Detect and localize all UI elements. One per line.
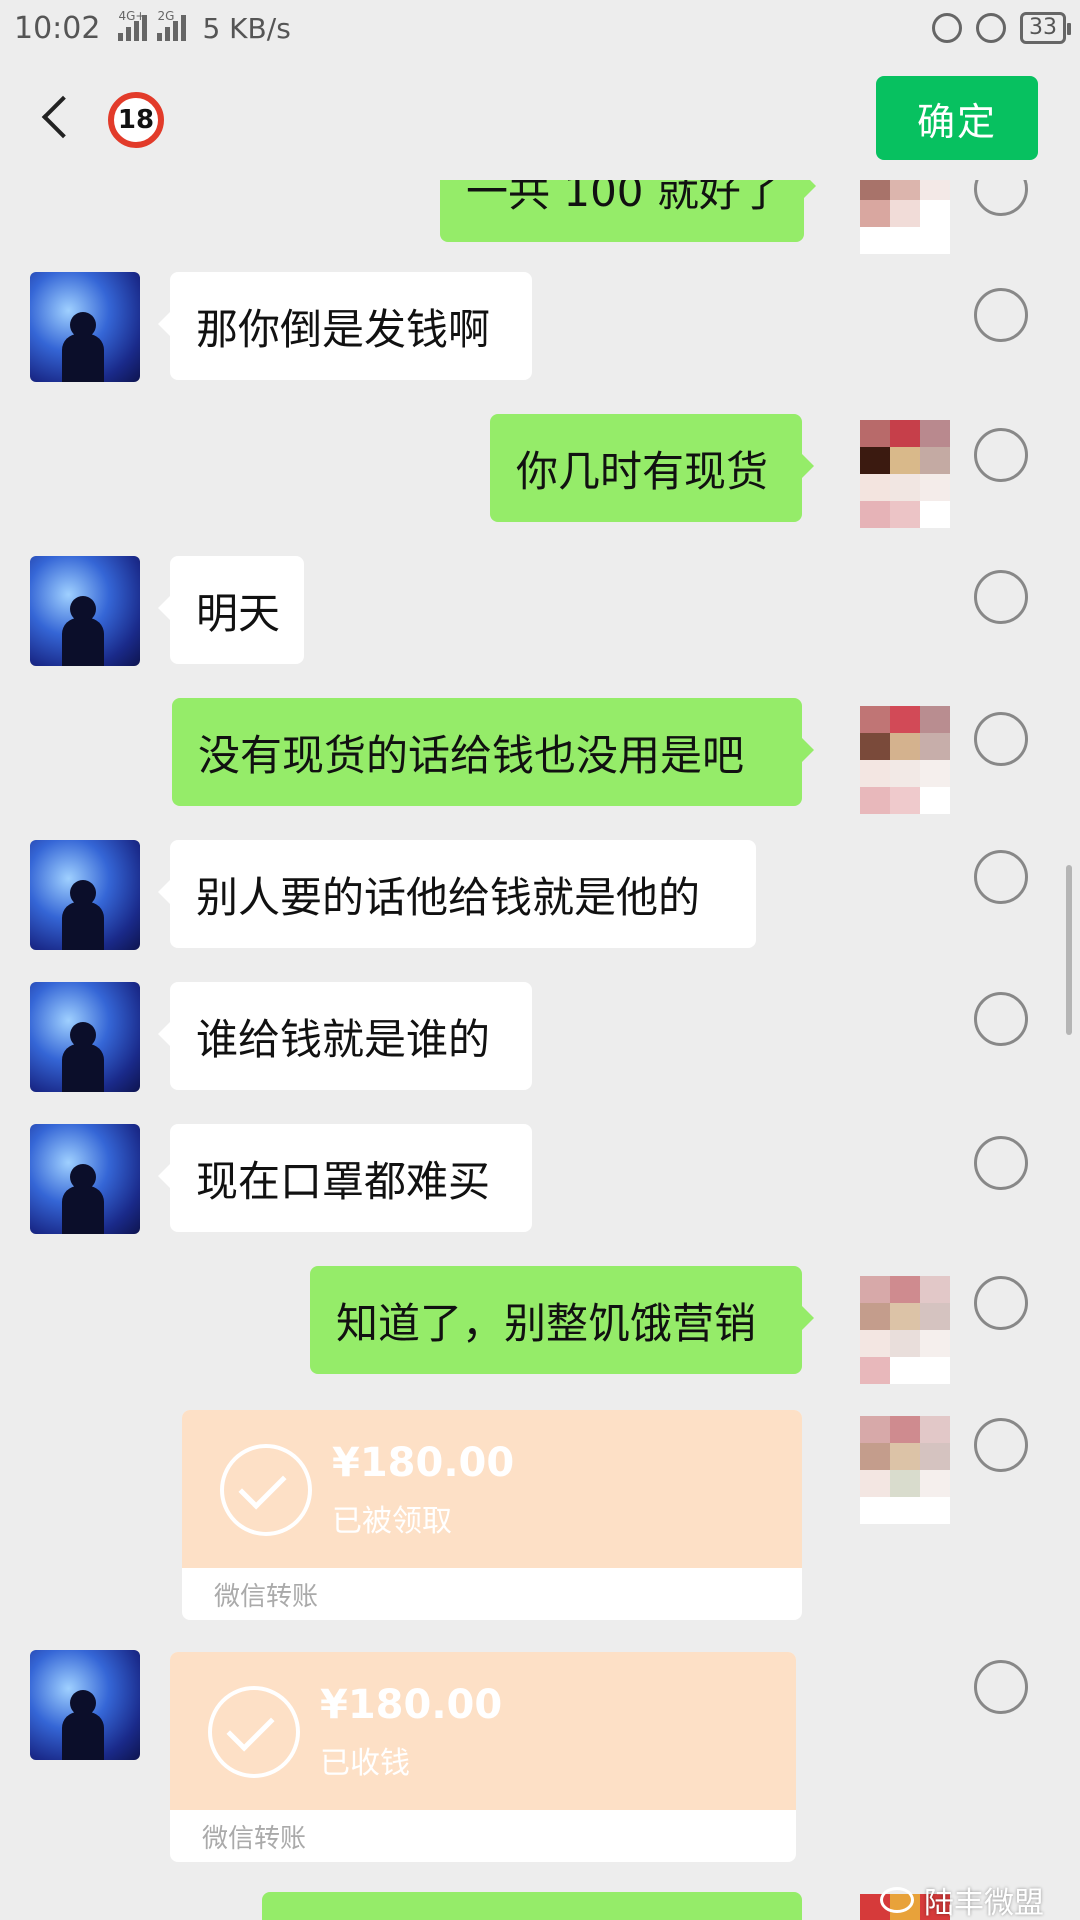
message-select-checkbox[interactable] — [974, 712, 1028, 766]
message-select-checkbox[interactable] — [974, 992, 1028, 1046]
message-select-checkbox[interactable] — [974, 1418, 1028, 1472]
wechat-icon — [880, 1887, 914, 1913]
message-select-checkbox[interactable] — [974, 180, 1028, 216]
avatar[interactable] — [30, 982, 140, 1092]
avatar[interactable] — [860, 1276, 950, 1386]
message-select-checkbox[interactable] — [974, 1276, 1028, 1330]
transfer-card-body: ¥180.00 已收钱 — [170, 1652, 796, 1810]
avatar[interactable] — [860, 706, 950, 816]
avatar[interactable] — [30, 272, 140, 382]
message-bubble-outgoing[interactable] — [262, 1892, 802, 1920]
message-select-checkbox[interactable] — [974, 428, 1028, 482]
message-bubble-incoming[interactable]: 那你倒是发钱啊 — [158, 272, 532, 380]
transfer-status: 已收钱 — [320, 1746, 410, 1781]
transfer-label: 微信转账 — [214, 1581, 319, 1612]
signal-icon-2: 2G — [157, 9, 187, 41]
avatar[interactable] — [860, 1416, 950, 1526]
back-icon[interactable] — [38, 98, 78, 138]
network-type-2: 2G — [157, 9, 175, 23]
transfer-amount: ¥180.00 — [320, 1682, 503, 1728]
avatar[interactable] — [30, 1124, 140, 1234]
transfer-amount: ¥180.00 — [332, 1440, 515, 1486]
message-select-checkbox[interactable] — [974, 850, 1028, 904]
age-rating-badge: 18 — [108, 92, 164, 148]
chat-header: 18 确定 — [0, 56, 1080, 180]
avatar[interactable] — [30, 556, 140, 666]
avatar[interactable] — [860, 180, 950, 256]
message-text: 知道了，别整饥饿营销 — [336, 1298, 757, 1348]
status-bar: 10:02 4G+ 2G 5 KB/s 33 — [0, 0, 1080, 56]
transfer-card-body: ¥180.00 已被领取 — [182, 1410, 802, 1568]
message-select-checkbox[interactable] — [974, 288, 1028, 342]
signal-icon: 4G+ — [118, 9, 148, 41]
message-text: 现在口罩都难买 — [196, 1156, 491, 1206]
transfer-card-incoming[interactable]: ¥180.00 已收钱 微信转账 — [170, 1652, 796, 1862]
scrollbar[interactable] — [1066, 865, 1072, 1035]
message-text: 谁给钱就是谁的 — [196, 1014, 491, 1064]
avatar[interactable] — [30, 1650, 140, 1760]
message-text: 明天 — [196, 588, 281, 638]
watermark-text: 陆丰微盟 — [924, 1886, 1044, 1920]
checkmark-icon — [220, 1444, 312, 1536]
message-text: 你几时有现货 — [516, 446, 769, 496]
avatar[interactable] — [860, 420, 950, 530]
avatar[interactable] — [30, 840, 140, 950]
message-bubble-outgoing[interactable]: 你几时有现货 — [490, 414, 814, 522]
message-text: 别人要的话他给钱就是他的 — [196, 872, 701, 922]
alarm-icon — [976, 13, 1006, 43]
message-text: 一共 100 就好了 — [466, 180, 783, 216]
message-bubble-outgoing[interactable]: 没有现货的话给钱也没用是吧 — [172, 698, 814, 806]
message-bubble-incoming[interactable]: 谁给钱就是谁的 — [158, 982, 532, 1090]
chat-message-list[interactable]: 一共 100 就好了 那你倒是发钱啊 你几时有现货 明天 没有现货的话给钱也没用… — [0, 180, 1080, 1920]
message-select-checkbox[interactable] — [974, 1660, 1028, 1714]
message-bubble-incoming[interactable]: 现在口罩都难买 — [158, 1124, 532, 1232]
watermark: 陆丰微盟 — [880, 1878, 1044, 1920]
transfer-label: 微信转账 — [202, 1823, 307, 1854]
message-select-checkbox[interactable] — [974, 570, 1028, 624]
message-bubble-incoming[interactable]: 明天 — [158, 556, 304, 664]
transfer-card-outgoing[interactable]: ¥180.00 已被领取 微信转账 — [182, 1410, 802, 1620]
message-select-checkbox[interactable] — [974, 1136, 1028, 1190]
confirm-button[interactable]: 确定 — [876, 76, 1038, 160]
battery-icon: 33 — [1020, 12, 1071, 44]
message-bubble-incoming[interactable]: 别人要的话他给钱就是他的 — [158, 840, 756, 948]
network-speed: 5 KB/s — [202, 11, 291, 45]
message-bubble-outgoing[interactable]: 知道了，别整饥饿营销 — [310, 1266, 814, 1374]
message-text: 那你倒是发钱啊 — [196, 304, 491, 354]
clock: 10:02 — [14, 10, 101, 46]
transfer-status: 已被领取 — [332, 1504, 452, 1539]
network-type-1: 4G+ — [118, 9, 146, 23]
lock-icon — [932, 13, 962, 43]
checkmark-icon — [208, 1686, 300, 1778]
message-text: 没有现货的话给钱也没用是吧 — [198, 730, 745, 780]
message-bubble-outgoing[interactable]: 一共 100 就好了 — [440, 180, 816, 242]
